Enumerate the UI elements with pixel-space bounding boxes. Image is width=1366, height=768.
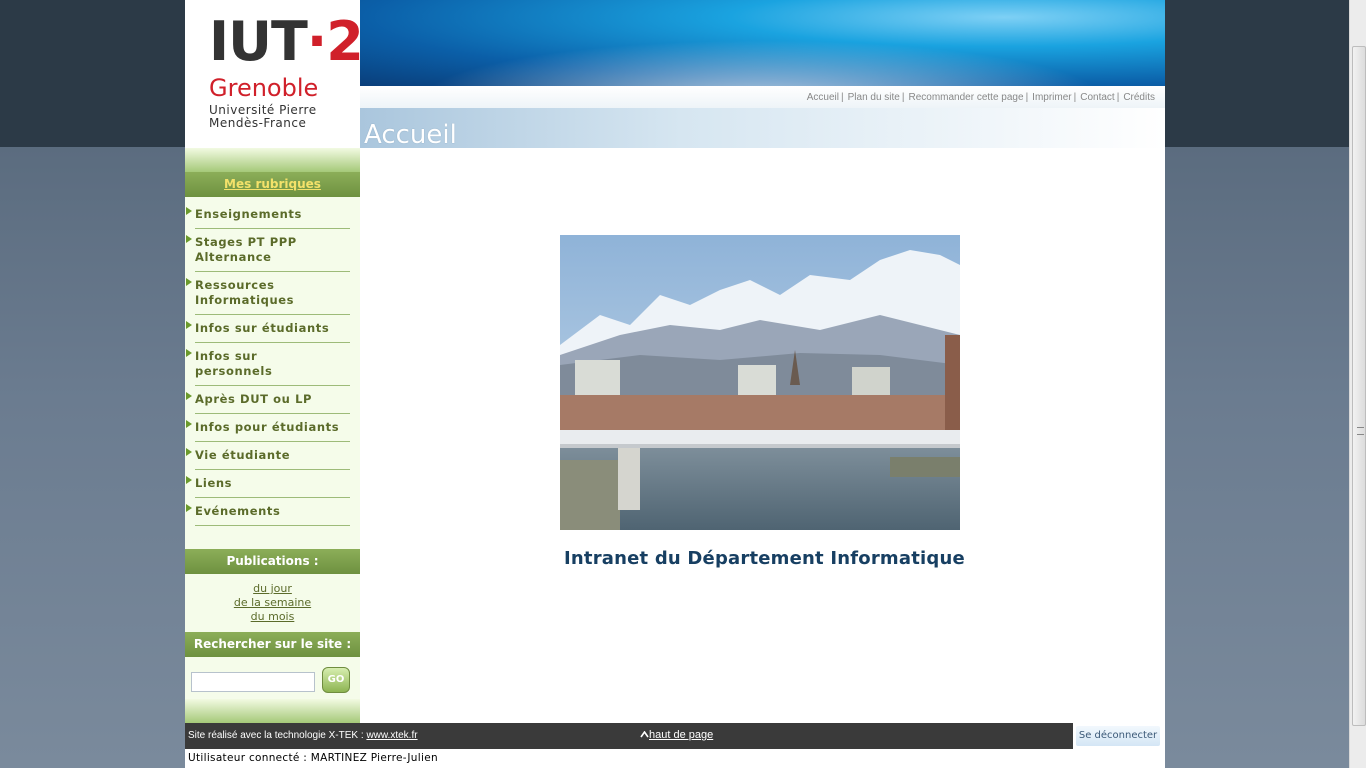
arrow-bullet-icon xyxy=(186,448,192,456)
arrow-bullet-icon xyxy=(186,392,192,400)
arrow-bullet-icon xyxy=(186,321,192,329)
menu-item-label: Infos pour étudiants xyxy=(195,420,340,434)
search-heading: Rechercher sur le site : xyxy=(185,632,360,657)
top-link-5[interactable]: Crédits xyxy=(1123,92,1155,103)
sidebar-menu-item[interactable]: Vie étudiante xyxy=(186,442,350,470)
arrow-bullet-icon xyxy=(186,476,192,484)
top-link-2[interactable]: Recommander cette page xyxy=(908,92,1023,103)
sidebar-menu-item[interactable]: Liens xyxy=(186,470,350,498)
top-link-3[interactable]: Imprimer xyxy=(1032,92,1071,103)
top-link-separator: | xyxy=(1073,92,1077,103)
search-go-button[interactable]: GO xyxy=(322,667,350,693)
top-links-bar: Accueil | Plan du site | Recommander cette p… xyxy=(360,86,1165,108)
menu-item-label-line2: Informatiques xyxy=(195,293,295,307)
logout-button[interactable]: Se déconnecter xyxy=(1076,726,1160,746)
grenoble-mountains-bridge-image xyxy=(560,235,960,530)
sidebar-menu-item[interactable]: Infos pour étudiants xyxy=(186,414,350,442)
sidebar: Mes rubriques Enseignements Stages PT PPP… xyxy=(185,148,360,723)
menu-item-label: Infos sur xyxy=(195,349,258,363)
logo-university: Université Pierre Mendès-France xyxy=(209,103,317,130)
top-link-4[interactable]: Contact xyxy=(1080,92,1114,103)
arrow-bullet-icon xyxy=(186,235,192,243)
menu-item-label: Stages PT PPP xyxy=(195,235,297,249)
xtek-link[interactable]: www.xtek.fr xyxy=(366,730,417,741)
intranet-heading: Intranet du Département Informatique xyxy=(564,548,965,569)
publication-link-day[interactable]: du jour xyxy=(185,582,360,596)
arrow-bullet-icon xyxy=(186,504,192,512)
top-link-1[interactable]: Plan du site xyxy=(848,92,900,103)
scrollbar-thumb[interactable] xyxy=(1352,46,1366,726)
top-link-separator: | xyxy=(1116,92,1120,103)
sidebar-menu-item[interactable]: Infos sur étudiants xyxy=(186,315,350,343)
grenoble-photo xyxy=(560,235,960,530)
sidebar-menu-item[interactable]: Infos sur personnels xyxy=(186,343,350,386)
menu-item-label-line2: Alternance xyxy=(195,250,272,264)
menu-item-label: Enseignements xyxy=(195,207,302,221)
menu-item-label: Infos sur étudiants xyxy=(195,321,330,335)
publication-link-week[interactable]: de la semaine xyxy=(185,596,360,610)
sidebar-menu-item[interactable]: Enseignements xyxy=(186,201,350,229)
arrow-bullet-icon xyxy=(186,207,192,215)
connected-user: Utilisateur connecté : MARTINEZ Pierre-J… xyxy=(188,752,438,764)
sidebar-menu-item[interactable]: Stages PT PPP Alternance xyxy=(186,229,350,272)
search-input[interactable] xyxy=(191,672,315,692)
top-link-separator: | xyxy=(901,92,905,103)
top-links: Accueil | Plan du site | Recommander cette p… xyxy=(807,92,1155,103)
top-link-separator: | xyxy=(841,92,844,103)
arrow-bullet-icon xyxy=(186,420,192,428)
page-title-bar: Accueil xyxy=(360,108,1165,150)
arrow-bullet-icon xyxy=(186,349,192,357)
logo-iut-text: IUT·2 xyxy=(209,10,364,73)
caret-up-icon xyxy=(640,730,649,738)
back-to-top-link[interactable]: haut de page xyxy=(640,729,713,741)
vertical-scrollbar[interactable] xyxy=(1349,0,1366,768)
top-link-0[interactable]: Accueil xyxy=(807,92,839,103)
menu-item-label: Vie étudiante xyxy=(195,448,291,462)
sidebar-menu-item[interactable]: Evénements xyxy=(186,498,350,526)
publication-link-month[interactable]: du mois xyxy=(185,610,360,624)
menu-item-label: Après DUT ou LP xyxy=(195,392,313,406)
publications-list: du jour de la semaine du mois xyxy=(185,574,360,630)
menu-item-label-line2: personnels xyxy=(195,364,273,378)
sidebar-bottom-strip xyxy=(185,699,360,723)
footer-bar: Site réalisé avec la technologie X-TEK :… xyxy=(185,723,1073,749)
header-banner xyxy=(360,0,1165,100)
logo-city: Grenoble xyxy=(209,74,319,102)
sidebar-menu: Enseignements Stages PT PPP Alternance Ress… xyxy=(185,197,360,526)
menu-item-label: Evénements xyxy=(195,504,281,518)
scroll-up-arrow-icon[interactable] xyxy=(1350,0,1366,17)
publications-heading: Publications : xyxy=(185,549,360,574)
top-link-separator: | xyxy=(1025,92,1029,103)
menu-item-label: Liens xyxy=(195,476,233,490)
logout-area: Se déconnecter xyxy=(1073,723,1165,749)
page-container: IUT·2 Grenoble Université Pierre Mendès-… xyxy=(185,0,1165,768)
rubriques-link[interactable]: Mes rubriques xyxy=(224,177,321,191)
menu-item-label: Ressources xyxy=(195,278,275,292)
footer-credit: Site réalisé avec la technologie X-TEK :… xyxy=(188,730,418,741)
arrow-bullet-icon xyxy=(186,278,192,286)
iut-logo[interactable]: IUT·2 Grenoble Université Pierre Mendès-… xyxy=(185,0,364,148)
rubriques-heading: Mes rubriques xyxy=(185,172,360,197)
page-title: Accueil xyxy=(364,120,457,150)
sidebar-top-strip xyxy=(185,148,360,172)
sidebar-menu-item[interactable]: Après DUT ou LP xyxy=(186,386,350,414)
sidebar-menu-item[interactable]: Ressources Informatiques xyxy=(186,272,350,315)
